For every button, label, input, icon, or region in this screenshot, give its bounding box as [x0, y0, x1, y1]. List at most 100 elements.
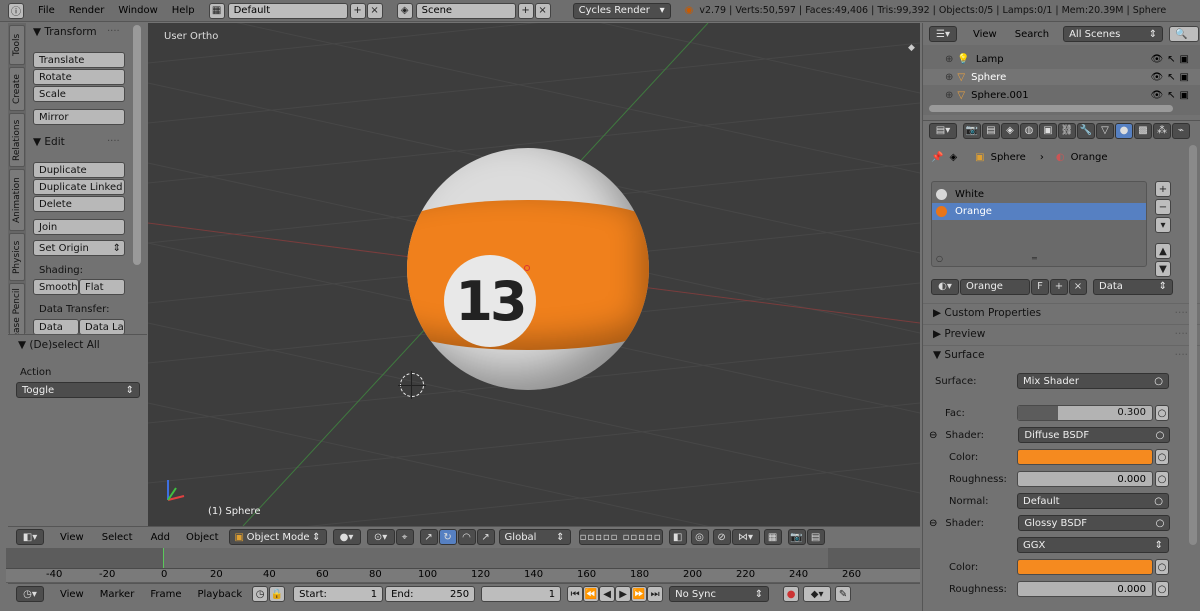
- object-tab-icon[interactable]: ▣: [1039, 122, 1057, 139]
- menu-object[interactable]: Object: [186, 532, 219, 543]
- menu-add[interactable]: Add: [151, 532, 170, 543]
- outliner-menu-search[interactable]: Search: [1015, 29, 1049, 40]
- render-tab-icon[interactable]: 📷: [963, 122, 981, 139]
- material-slot[interactable]: Orange: [932, 203, 1146, 220]
- flat-button[interactable]: Flat: [79, 279, 125, 295]
- proportional-edit-icon[interactable]: ◎: [690, 529, 709, 545]
- timeline-area[interactable]: -40 -20 0 20 40 60 80 100 120 140 160 18…: [6, 548, 920, 583]
- distribution-select[interactable]: GGX ⇕: [1017, 537, 1169, 553]
- render-icon[interactable]: 📷: [787, 529, 806, 545]
- snap-target-icon[interactable]: ▦: [763, 529, 782, 545]
- viewport-corner-icon[interactable]: ◆: [908, 43, 915, 53]
- keying-icon[interactable]: ◆▾: [803, 586, 832, 602]
- node-link-icon[interactable]: ○: [1155, 449, 1169, 465]
- timeline-menu-playback[interactable]: Playback: [197, 589, 242, 600]
- delete-button[interactable]: Delete: [33, 196, 125, 212]
- drag-grip-icon[interactable]: ····: [1175, 349, 1188, 361]
- menu-file[interactable]: File: [38, 5, 55, 16]
- collapse-node-icon[interactable]: ⊖: [929, 430, 937, 441]
- transform-icon[interactable]: ↗: [476, 529, 495, 545]
- play-icon[interactable]: ▶: [615, 586, 632, 602]
- data-transfer-button[interactable]: Data: [33, 319, 79, 335]
- outliner-scrollbar[interactable]: [929, 105, 1173, 112]
- editor-type-icon[interactable]: ◧▾: [16, 529, 44, 545]
- menu-window[interactable]: Window: [118, 5, 157, 16]
- data-tab-icon[interactable]: ▽: [1096, 122, 1114, 139]
- browse-material-icon[interactable]: ◐▾: [931, 278, 959, 295]
- visibility-icons[interactable]: 👁↖▣: [1150, 72, 1193, 83]
- expand-icon[interactable]: ⊕: [945, 90, 953, 101]
- material-slot[interactable]: White: [932, 186, 1146, 203]
- render-anim-icon[interactable]: ▤: [806, 529, 825, 545]
- viewport-shading-icon[interactable]: ●▾: [332, 529, 361, 545]
- pivot-point-icon[interactable]: ⊙▾: [366, 529, 395, 545]
- rotate-button[interactable]: Rotate: [33, 69, 125, 85]
- node-link-icon[interactable]: ○: [1155, 471, 1169, 487]
- mirror-button[interactable]: Mirror: [33, 109, 125, 125]
- material-slot-label[interactable]: Orange: [955, 206, 992, 217]
- drag-grip-icon[interactable]: ····: [1175, 328, 1188, 340]
- visibility-icons[interactable]: 👁↖▣: [1150, 90, 1193, 101]
- next-keyframe-icon[interactable]: ⏩: [631, 586, 648, 602]
- material-tab-icon[interactable]: ●: [1115, 122, 1133, 139]
- preview-range-icon[interactable]: ◷: [252, 586, 269, 602]
- menu-render[interactable]: Render: [69, 5, 105, 16]
- surface-header[interactable]: ▼ Surface ····: [923, 345, 1200, 363]
- screen-layout-field[interactable]: Default: [227, 2, 348, 19]
- jump-start-icon[interactable]: ⏮: [567, 586, 584, 602]
- add-slot-icon[interactable]: +: [1155, 181, 1171, 197]
- fake-user-button[interactable]: F: [1031, 278, 1049, 295]
- start-frame-field[interactable]: Start: 1: [293, 586, 384, 602]
- add-layout-icon[interactable]: +: [349, 2, 366, 19]
- orientation-select[interactable]: Global ⇕: [498, 529, 571, 545]
- timeline-editor-icon[interactable]: ◷▾: [16, 586, 44, 602]
- scene-icon[interactable]: ◈: [396, 2, 413, 19]
- record-icon[interactable]: ●: [783, 586, 800, 602]
- outliner-display-select[interactable]: All Scenes ⇕: [1063, 26, 1164, 42]
- rotate-manipulator-icon[interactable]: ↻: [438, 529, 457, 545]
- sync-select[interactable]: No Sync ⇕: [669, 586, 770, 602]
- end-frame-field[interactable]: End: 250: [385, 586, 476, 602]
- menu-view[interactable]: View: [60, 532, 84, 543]
- move-slot-down-icon[interactable]: ▼: [1155, 261, 1171, 277]
- info-icon[interactable]: ⓘ: [8, 2, 24, 19]
- play-reverse-icon[interactable]: ◀: [599, 586, 616, 602]
- lock-layer-icon[interactable]: ◧: [668, 529, 687, 545]
- node-link-icon[interactable]: ○: [1155, 405, 1169, 421]
- snap-icon[interactable]: ⊘: [712, 529, 731, 545]
- properties-scrollbar[interactable]: [1189, 145, 1197, 545]
- render-engine-select[interactable]: Cycles Render ▾: [572, 2, 671, 19]
- list-grip-icon[interactable]: ═: [1032, 254, 1037, 263]
- data-layout-button[interactable]: Data La: [79, 319, 125, 335]
- particles-tab-icon[interactable]: ⁂: [1153, 122, 1171, 139]
- physics-tab-icon[interactable]: ⌁: [1172, 122, 1190, 139]
- layers-grid-icon[interactable]: ▫▫▫▫▫ ▫▫▫▫▫: [578, 529, 663, 545]
- 3d-viewport[interactable]: User Ortho 13 (1) Sphere ◆: [148, 23, 920, 526]
- collapse-node-icon[interactable]: ⊖: [929, 518, 937, 529]
- add-scene-icon[interactable]: +: [517, 2, 534, 19]
- tab-animation[interactable]: Animation: [9, 169, 25, 231]
- scene-tab-icon[interactable]: ◈: [1001, 122, 1019, 139]
- material-name-field[interactable]: Orange: [960, 278, 1030, 295]
- preview-header[interactable]: ▶ Preview ····: [923, 324, 1200, 342]
- scale-button[interactable]: Scale: [33, 86, 125, 102]
- outliner-item[interactable]: ⊕ ▽ Sphere.001 👁↖▣: [923, 87, 1200, 103]
- lock-icon[interactable]: 🔒: [269, 586, 286, 602]
- tab-relations[interactable]: Relations: [9, 113, 25, 167]
- outliner-item[interactable]: ⊕ 💡 Lamp 👁↖▣: [923, 51, 1200, 67]
- render-layers-tab-icon[interactable]: ▤: [982, 122, 1000, 139]
- roughness2-slider[interactable]: 0.000: [1017, 581, 1153, 597]
- prev-keyframe-icon[interactable]: ⏪: [583, 586, 600, 602]
- outliner-item-label[interactable]: Sphere: [971, 72, 1006, 83]
- remove-slot-icon[interactable]: −: [1155, 199, 1171, 215]
- edit-header[interactable]: ▼ Edit: [33, 136, 65, 148]
- outliner-item[interactable]: ⊕ ▽ Sphere 👁↖▣: [923, 69, 1200, 85]
- current-frame-field[interactable]: 1: [481, 586, 562, 602]
- duplicate-button[interactable]: Duplicate: [33, 162, 125, 178]
- new-material-icon[interactable]: +: [1050, 278, 1068, 295]
- outliner-item-label[interactable]: Lamp: [976, 54, 1004, 65]
- translate-button[interactable]: Translate: [33, 52, 125, 68]
- translate-manipulator-icon[interactable]: ↗: [419, 529, 438, 545]
- frame-ruler[interactable]: -40 -20 0 20 40 60 80 100 120 140 160 18…: [6, 568, 920, 582]
- action-select[interactable]: Toggle ⇕: [16, 382, 140, 398]
